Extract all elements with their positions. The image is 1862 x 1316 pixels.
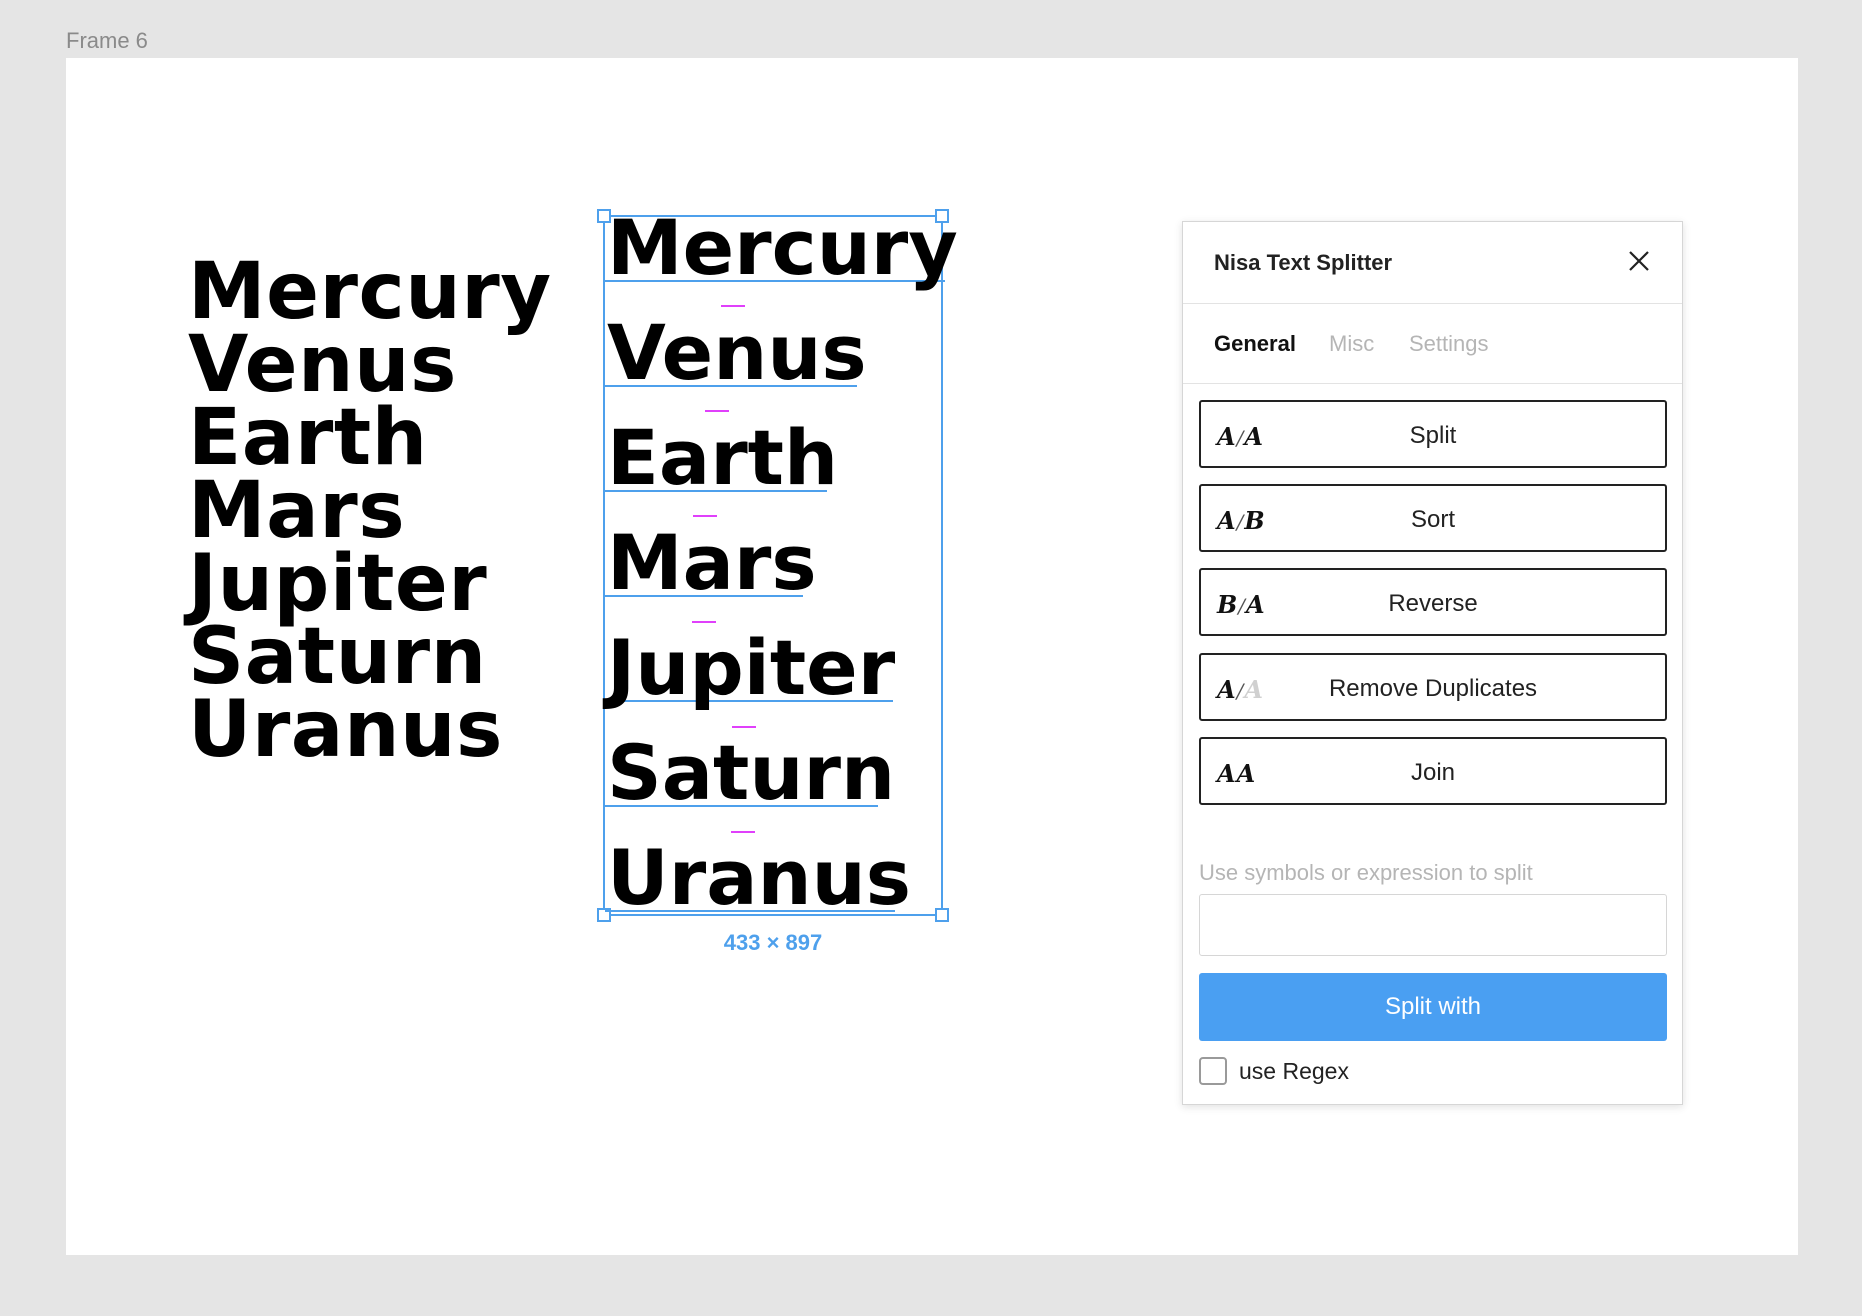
- regex-row: use Regex: [1199, 1057, 1349, 1085]
- reverse-button[interactable]: B/A Reverse: [1199, 568, 1667, 636]
- join-button[interactable]: AA Join: [1199, 737, 1667, 805]
- split-selection[interactable]: Mercury Venus Earth Mars Jupiter Saturn …: [597, 209, 958, 922]
- canvas-frame[interactable]: Mercury Venus Earth Mars Jupiter Saturn …: [66, 58, 1798, 1255]
- panel-header: Nisa Text Splitter: [1183, 222, 1682, 304]
- planet-text: Jupiter: [188, 539, 488, 629]
- split-text-item[interactable]: Saturn: [605, 735, 895, 811]
- spacing-marker: [705, 410, 729, 412]
- tab-misc[interactable]: Misc: [1329, 331, 1374, 357]
- reverse-button-label: Reverse: [1388, 590, 1478, 617]
- planet-text: Earth: [188, 393, 428, 483]
- sort-button-label: Sort: [1410, 506, 1455, 533]
- split-button-label: Split: [1409, 422, 1457, 449]
- split-expression-input[interactable]: [1199, 894, 1667, 956]
- plugin-panel: Nisa Text Splitter General Misc Settings…: [1182, 221, 1683, 1105]
- split-text-label: Mercury: [607, 203, 958, 292]
- remove-duplicates-button[interactable]: A/A Remove Duplicates: [1199, 653, 1667, 721]
- use-regex-checkbox[interactable]: [1199, 1057, 1227, 1085]
- sort-button[interactable]: A/B Sort: [1199, 484, 1667, 552]
- split-text-item[interactable]: Jupiter: [605, 630, 895, 706]
- split-text-label: Mars: [607, 518, 817, 607]
- planet-text: Saturn: [188, 612, 487, 702]
- split-text-item[interactable]: Venus: [605, 315, 867, 391]
- remove-duplicates-button-label: Remove Duplicates: [1328, 675, 1538, 702]
- split-text-item[interactable]: Mercury: [605, 210, 958, 286]
- split-text-label: Uranus: [607, 833, 911, 922]
- close-button[interactable]: [1624, 246, 1654, 276]
- tab-general[interactable]: General: [1214, 331, 1296, 357]
- close-icon: [1629, 251, 1649, 271]
- panel-title: Nisa Text Splitter: [1214, 250, 1393, 275]
- join-button-label: Join: [1410, 759, 1456, 786]
- spacing-marker: [721, 305, 745, 307]
- planet-text: Venus: [188, 320, 457, 410]
- planet-text: Uranus: [188, 685, 503, 775]
- spacing-marker: [693, 515, 717, 517]
- use-regex-label[interactable]: use Regex: [1239, 1058, 1349, 1085]
- split-text-item[interactable]: Mars: [605, 525, 817, 601]
- dimension-label: 433 × 897: [723, 930, 823, 955]
- planet-text: Mars: [188, 466, 406, 556]
- tab-settings[interactable]: Settings: [1409, 331, 1489, 357]
- split-text-label: Venus: [607, 308, 867, 397]
- split-text-label: Jupiter: [607, 623, 896, 712]
- split-hint-label: Use symbols or expression to split: [1199, 860, 1533, 885]
- split-button[interactable]: A/A Split: [1199, 400, 1667, 468]
- planet-text: Mercury: [188, 247, 552, 337]
- split-text-label: Earth: [607, 413, 839, 502]
- split-text-item[interactable]: Uranus: [605, 840, 911, 916]
- split-with-button[interactable]: Split with: [1199, 973, 1667, 1041]
- split-text-item[interactable]: Earth: [605, 420, 838, 496]
- split-text-label: Saturn: [607, 728, 896, 817]
- resize-handle-bottom-right[interactable]: [935, 908, 949, 922]
- tab-bar: General Misc Settings: [1183, 304, 1682, 384]
- original-text-block[interactable]: Mercury Venus Earth Mars Jupiter Saturn …: [188, 247, 552, 775]
- frame-label[interactable]: Frame 6: [66, 28, 148, 54]
